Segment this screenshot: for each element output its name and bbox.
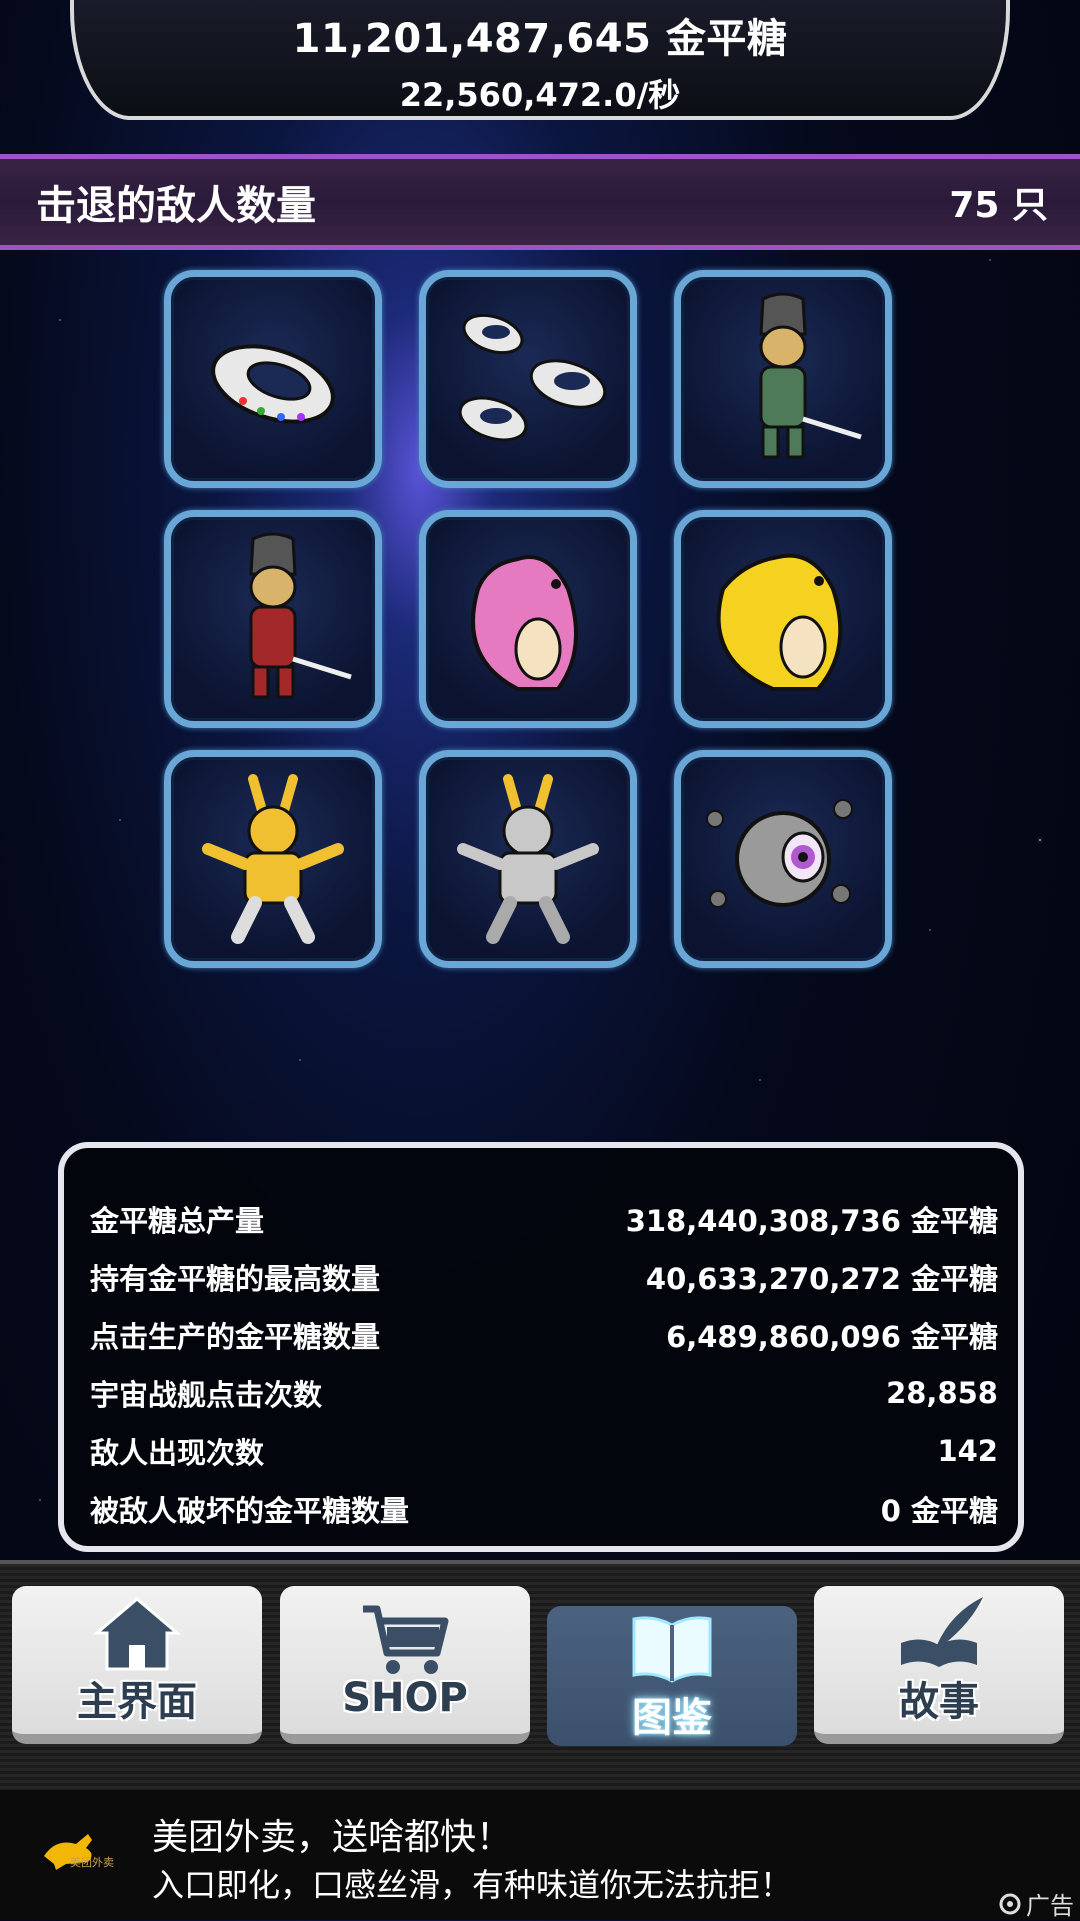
defeated-enemies-header: 击退的敌人数量 75 只 — [0, 154, 1080, 250]
stat-label: 持有金平糖的最高数量 — [90, 1262, 381, 1296]
encyclopedia-button[interactable]: 图鉴 — [547, 1606, 797, 1746]
ad-banner[interactable]: 美团外卖 美团外卖，送啥都快！ 入口即化，口感丝滑，有种味道你无法抗拒！ 广告 — [0, 1790, 1080, 1920]
enemy-gallery-grid — [164, 270, 892, 968]
home-icon — [92, 1597, 182, 1671]
eye-planet-icon — [706, 799, 853, 908]
ad-title: 美团外卖，送啥都快！ — [152, 1817, 513, 1858]
open-book-icon — [632, 1616, 712, 1683]
currency-counter-panel: 11,201,487,645 金平糖 22,560,472.0/秒 — [70, 0, 1010, 120]
silver-rabbit-robot-icon — [457, 774, 599, 944]
stat-label: 被敌人破坏的金平糖数量 — [90, 1494, 410, 1528]
ad-subtitle: 入口即化，口感丝滑，有种味道你无法抗拒！ — [152, 1866, 793, 1904]
enemy-card-predator-green[interactable] — [674, 270, 892, 488]
shop-button-label: SHOP — [342, 1675, 468, 1721]
statistics-panel: 金平糖总产量 318,440,308,736 金平糖 持有金平糖的最高数量 40… — [58, 1142, 1024, 1552]
defeated-enemies-title: 击退的敌人数量 — [36, 183, 316, 229]
enemy-card-ufo-fleet[interactable] — [419, 270, 637, 488]
enemy-card-silver-rabbit-robot[interactable] — [419, 750, 637, 968]
enemy-card-eye-planet[interactable] — [674, 750, 892, 968]
stat-row-enemy-appearances: 敌人出现次数 142 — [90, 1422, 998, 1480]
ad-choices-icon — [999, 1893, 1021, 1914]
quill-book-icon — [901, 1597, 983, 1667]
stat-value: 0 金平糖 — [880, 1494, 998, 1528]
enemy-card-pink-kaiju[interactable] — [419, 510, 637, 728]
stat-row-destroyed: 被敌人破坏的金平糖数量 0 金平糖 — [90, 1480, 998, 1538]
stat-label: 敌人出现次数 — [90, 1436, 265, 1470]
stat-label: 点击生产的金平糖数量 — [90, 1320, 381, 1354]
stat-row-ship-clicks: 宇宙战舰点击次数 28,858 — [90, 1364, 998, 1422]
ufo-ship-icon — [211, 344, 335, 424]
yellow-kaiju-icon — [716, 553, 843, 691]
ufo-fleet-icon — [458, 313, 607, 442]
predator-green-icon — [759, 292, 862, 459]
stat-label: 金平糖总产量 — [90, 1204, 265, 1238]
home-button[interactable]: 主界面 — [12, 1586, 262, 1744]
predator-red-icon — [249, 532, 352, 699]
stat-value: 318,440,308,736 金平糖 — [625, 1204, 998, 1238]
total-currency: 11,201,487,645 金平糖 — [292, 16, 788, 62]
stat-row-total-production: 金平糖总产量 318,440,308,736 金平糖 — [90, 1190, 998, 1248]
stat-value: 6,489,860,096 金平糖 — [666, 1320, 998, 1354]
ad-brand-small: 美团外卖 — [70, 1856, 114, 1869]
ad-badge-label: 广告 — [1026, 1892, 1074, 1920]
ad-badge[interactable]: 广告 — [998, 1886, 1074, 1921]
shopping-cart-icon — [363, 1605, 449, 1674]
stat-value: 142 — [937, 1434, 998, 1468]
home-button-label: 主界面 — [77, 1679, 197, 1725]
pink-kaiju-icon — [471, 555, 578, 691]
defeated-enemies-count: 75 只 — [949, 185, 1048, 226]
story-button[interactable]: 故事 — [814, 1586, 1064, 1744]
shop-button[interactable]: SHOP — [280, 1586, 530, 1744]
encyclopedia-button-label: 图鉴 — [632, 1695, 712, 1741]
gold-rabbit-robot-icon — [202, 774, 344, 944]
enemy-card-gold-rabbit-robot[interactable] — [164, 750, 382, 968]
stat-label: 宇宙战舰点击次数 — [90, 1378, 323, 1412]
production-rate: 22,560,472.0/秒 — [399, 76, 681, 114]
story-button-label: 故事 — [899, 1679, 979, 1725]
enemy-card-yellow-kaiju[interactable] — [674, 510, 892, 728]
stat-value: 28,858 — [886, 1376, 998, 1410]
stat-row-click-production: 点击生产的金平糖数量 6,489,860,096 金平糖 — [90, 1306, 998, 1364]
stat-value: 40,633,270,272 金平糖 — [645, 1262, 998, 1296]
stat-row-max-held: 持有金平糖的最高数量 40,633,270,272 金平糖 — [90, 1248, 998, 1306]
enemy-card-predator-red[interactable] — [164, 510, 382, 728]
enemy-card-ufo[interactable] — [164, 270, 382, 488]
bottom-navigation: 主界面 SHOP 图鉴 故事 — [0, 1560, 1080, 1794]
